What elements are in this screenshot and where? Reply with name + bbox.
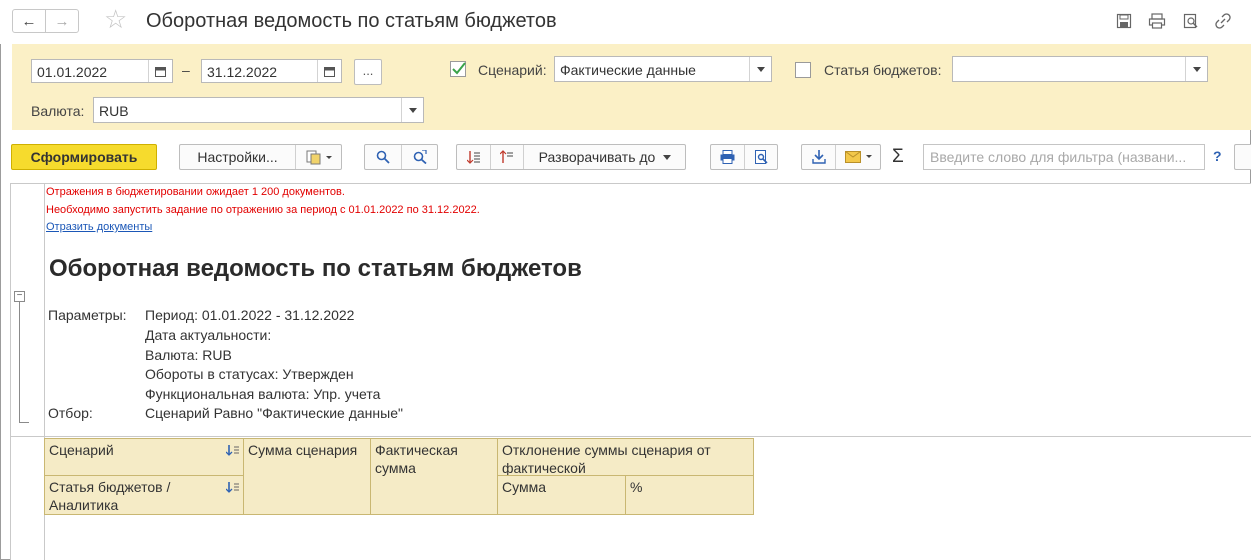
more-button[interactable] — [1234, 144, 1251, 170]
param-actuality-date: Дата актуальности: — [145, 327, 272, 343]
column-header-scenario-sum[interactable]: Сумма сценария — [243, 438, 371, 515]
budget-item-label: Статья бюджетов: — [824, 62, 942, 78]
sort-icon[interactable] — [225, 442, 240, 460]
warning-pending-documents: Отражения в бюджетировании ожидает 1 200… — [46, 186, 345, 198]
print-preview-icon — [755, 150, 768, 164]
help-icon[interactable]: ? — [1213, 148, 1222, 164]
search-button[interactable] — [365, 145, 401, 169]
search-next-button[interactable] — [402, 145, 438, 169]
dropdown-arrow-icon[interactable] — [1185, 57, 1207, 81]
collapse-all-icon — [500, 150, 513, 163]
dropdown-arrow-icon[interactable] — [401, 98, 423, 122]
variants-button[interactable] — [296, 145, 342, 169]
currency-value: RUB — [99, 103, 129, 119]
dropdown-arrow-icon[interactable] — [749, 57, 771, 81]
param-functional-currency: Функциональная валюта: Упр. учета — [145, 386, 381, 402]
parameters-panel: 01.01.2022 – 31.12.2022 ... Сценарий: Фа… — [12, 44, 1251, 130]
settings-button[interactable]: Настройки... — [180, 145, 295, 169]
calendar-icon[interactable] — [317, 60, 341, 82]
email-icon — [844, 151, 872, 163]
scenario-select[interactable]: Фактические данные — [554, 56, 772, 82]
column-header-deviation-sum[interactable]: Сумма — [497, 475, 626, 515]
print-button[interactable] — [711, 145, 744, 169]
reflect-documents-link[interactable]: Отразить документы — [46, 221, 152, 233]
column-header-deviation-percent[interactable]: % — [625, 475, 754, 515]
group-bracket — [19, 302, 20, 423]
column-header-scenario-label: Сценарий — [49, 442, 114, 458]
title-bar: ← → ☆ Оборотная ведомость по статьям бюд… — [0, 0, 1251, 44]
date-to-field[interactable]: 31.12.2022 — [201, 59, 342, 83]
search-next-icon — [413, 150, 427, 164]
budget-item-checkbox[interactable] — [795, 62, 811, 78]
scenario-checkbox[interactable] — [450, 61, 466, 77]
period-select-button[interactable]: ... — [354, 59, 382, 85]
dropdown-arrow-icon — [663, 154, 672, 160]
param-statuses: Обороты в статусах: Утвержден — [145, 366, 354, 382]
sort-icon[interactable] — [225, 479, 240, 497]
column-header-actual-sum[interactable]: Фактическая сумма — [370, 438, 498, 515]
filter-label: Отбор: — [48, 405, 93, 421]
currency-label: Валюта: — [31, 103, 85, 119]
expand-to-label: Разворачивать до — [538, 149, 656, 165]
collapse-group-icon[interactable]: − — [14, 291, 25, 302]
scenario-value: Фактические данные — [560, 62, 696, 78]
column-header-deviation[interactable]: Отклонение суммы сценария от фактической — [497, 438, 754, 476]
filter-search-field[interactable] — [923, 144, 1205, 170]
preview-icon[interactable] — [1182, 12, 1200, 30]
currency-select[interactable]: RUB — [93, 97, 424, 123]
favorite-star-icon[interactable]: ☆ — [104, 6, 127, 32]
expand-all-icon — [466, 151, 480, 164]
sum-icon[interactable]: Σ — [892, 146, 904, 168]
expand-all-button[interactable] — [457, 145, 490, 169]
arrow-left-icon: ← — [21, 12, 37, 30]
scenario-label: Сценарий: — [478, 62, 547, 78]
save-to-file-button[interactable] — [802, 145, 835, 169]
param-period: Период: 01.01.2022 - 31.12.2022 — [145, 307, 355, 323]
window-title: Оборотная ведомость по статьям бюджетов — [146, 10, 557, 32]
print-icon — [720, 150, 735, 164]
download-icon — [811, 150, 826, 164]
warning-run-task: Необходимо запустить задание по отражени… — [46, 204, 480, 216]
save-icon[interactable] — [1115, 12, 1133, 30]
column-header-budget-item-label: Статья бюджетов / Аналитика — [49, 479, 171, 513]
export-button-group — [801, 144, 881, 170]
search-button-group — [364, 144, 438, 170]
date-from-field[interactable]: 01.01.2022 — [31, 59, 173, 83]
header-section-divider — [11, 436, 1251, 437]
expand-to-button[interactable]: Разворачивать до — [524, 145, 686, 169]
date-from-value: 01.01.2022 — [37, 64, 108, 80]
filter-value: Сценарий Равно "Фактические данные" — [145, 405, 403, 421]
collapse-all-button[interactable] — [491, 145, 523, 169]
print-icon[interactable] — [1148, 12, 1166, 30]
group-bracket-end — [19, 422, 29, 423]
report-area: − Отражения в бюджетировании ожидает 1 2… — [10, 183, 1251, 560]
report-title: Оборотная ведомость по статьям бюджетов — [49, 255, 582, 282]
print-preview-button[interactable] — [745, 145, 778, 169]
column-header-scenario[interactable]: Сценарий — [44, 438, 244, 476]
parameters-label: Параметры: — [48, 307, 127, 323]
param-currency: Валюта: RUB — [145, 347, 232, 363]
date-range-dash: – — [182, 62, 190, 78]
forward-button[interactable]: → — [45, 9, 79, 33]
filter-search-input[interactable] — [928, 146, 1198, 168]
generate-button[interactable]: Сформировать — [11, 144, 157, 170]
arrow-right-icon: → — [54, 12, 70, 30]
expand-button-group: Разворачивать до — [456, 144, 686, 170]
link-icon[interactable] — [1214, 12, 1232, 30]
search-icon — [376, 150, 390, 164]
calendar-icon[interactable] — [148, 60, 172, 82]
settings-button-group: Настройки... — [179, 144, 342, 170]
report-variants-icon — [306, 150, 332, 165]
date-to-value: 31.12.2022 — [207, 64, 278, 80]
print-button-group — [710, 144, 778, 170]
back-button[interactable]: ← — [12, 9, 46, 33]
column-header-budget-item[interactable]: Статья бюджетов / Аналитика — [44, 475, 244, 515]
budget-item-select[interactable] — [952, 56, 1208, 82]
send-email-button[interactable] — [836, 145, 881, 169]
